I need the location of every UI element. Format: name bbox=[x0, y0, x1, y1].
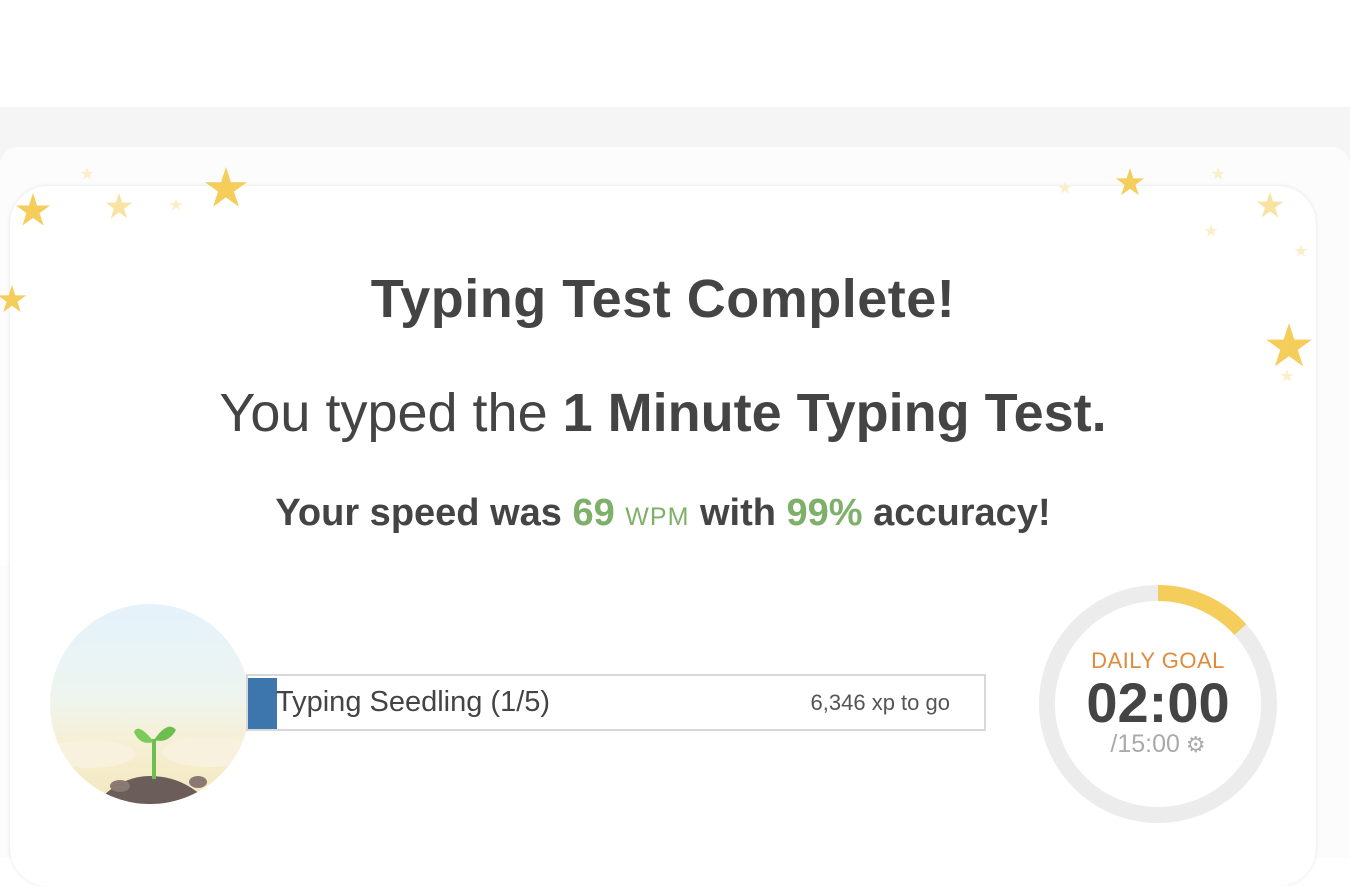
daily-goal-time: 02:00 bbox=[1086, 671, 1230, 734]
page-title: Typing Test Complete! bbox=[370, 269, 956, 329]
daily-goal-widget[interactable]: DAILY GOAL 02:00 /15:00 ⚙ bbox=[1036, 582, 1280, 826]
test-name: 1 Minute Typing Test. bbox=[562, 383, 1107, 443]
wpm-value: 69 bbox=[572, 492, 615, 534]
subtitle-prefix: You typed the bbox=[219, 383, 563, 443]
speed-prefix: Your speed was bbox=[275, 492, 573, 534]
gear-icon[interactable]: ⚙ bbox=[1186, 732, 1206, 758]
speed-summary: Your speed was 69 WPM with 99% accuracy! bbox=[0, 492, 1326, 535]
level-avatar bbox=[50, 604, 250, 804]
wpm-unit: WPM bbox=[625, 503, 690, 531]
seedling-icon bbox=[50, 604, 250, 804]
level-name: Typing Seedling (1/5) bbox=[276, 686, 551, 718]
xp-remaining: 6,346 xp to go bbox=[810, 690, 950, 715]
speed-suffix: accuracy! bbox=[862, 492, 1051, 534]
test-summary: You typed the 1 Minute Typing Test. bbox=[0, 382, 1326, 444]
level-progress-bar: Typing Seedling (1/5) 6,346 xp to go bbox=[246, 674, 986, 731]
top-bar bbox=[0, 0, 1350, 107]
level-progress-fill bbox=[248, 678, 277, 729]
accuracy-value: 99% bbox=[786, 492, 863, 534]
speed-middle: with bbox=[689, 492, 787, 534]
daily-goal-total: /15:00 ⚙ bbox=[1036, 730, 1280, 759]
daily-goal-total-value: /15:00 bbox=[1110, 730, 1180, 758]
